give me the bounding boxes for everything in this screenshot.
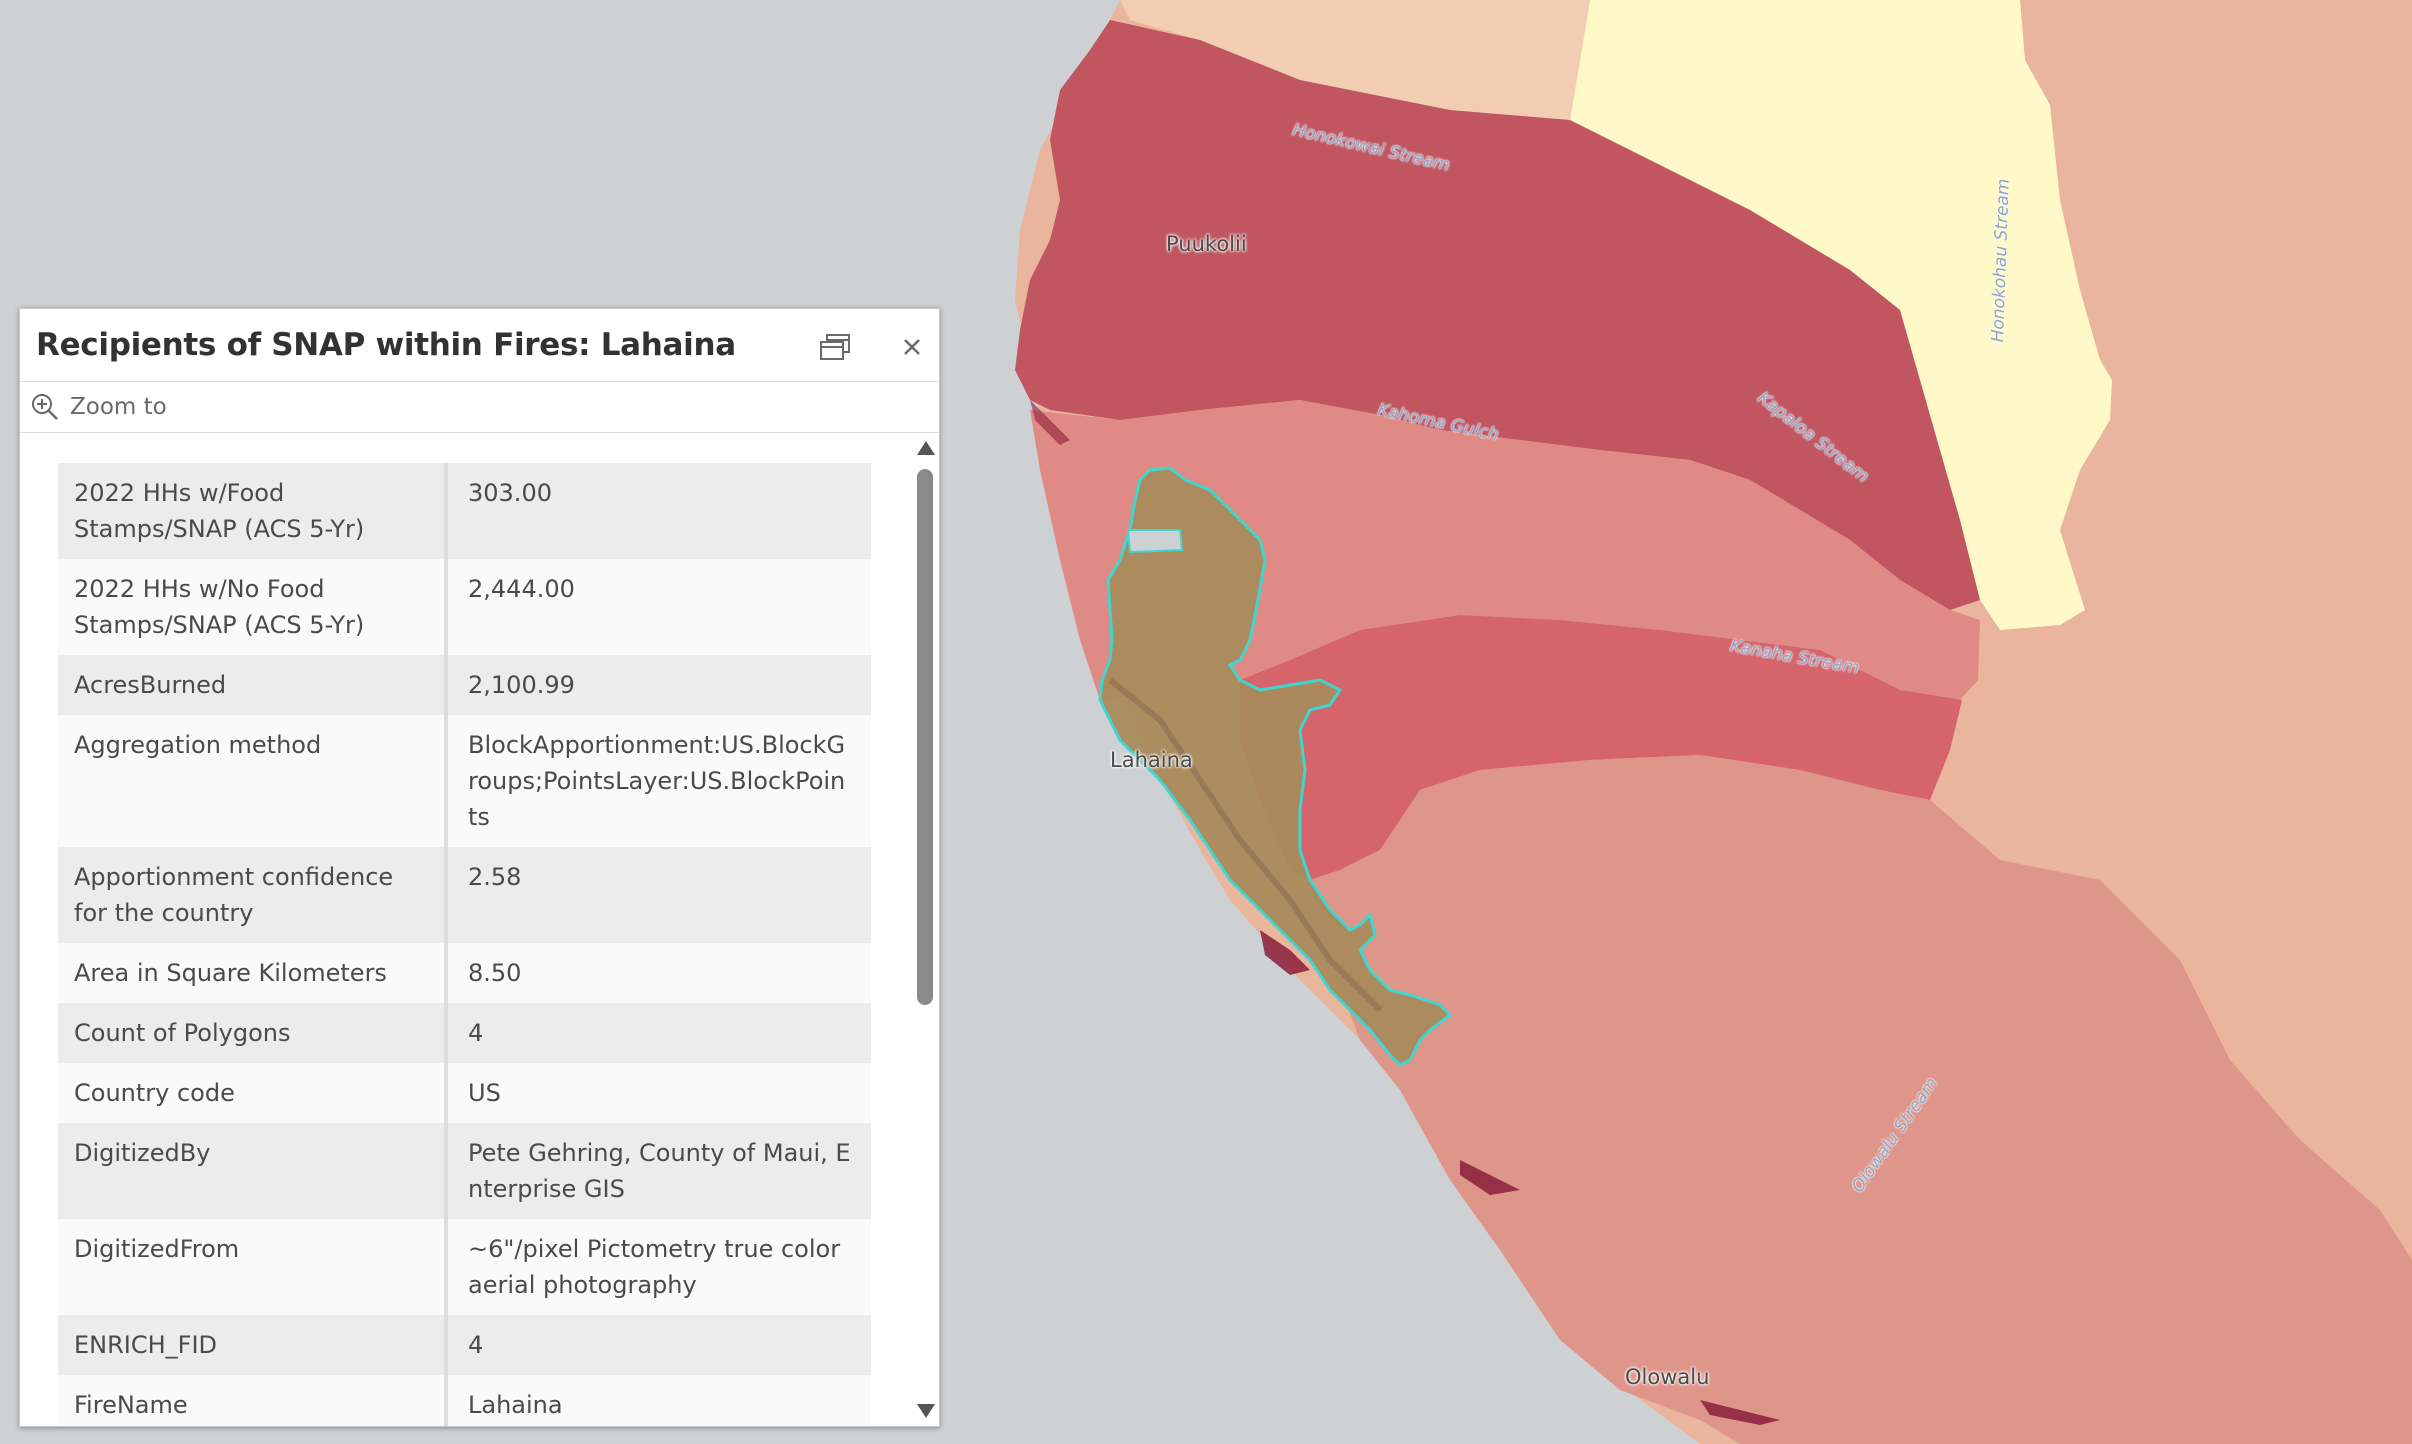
attribute-name: Apportionment confidence for the country [58, 847, 448, 943]
popup-action-bar: Zoom to [20, 381, 939, 433]
close-icon [904, 339, 920, 355]
zoom-to-button[interactable]: Zoom to [30, 388, 167, 426]
table-row: Area in Square Kilometers 8.50 [58, 943, 871, 1003]
attribute-name: Count of Polygons [58, 1003, 448, 1063]
attribute-name: Aggregation method [58, 715, 448, 847]
dock-button[interactable] [810, 325, 854, 369]
attribute-name: Country code [58, 1063, 448, 1123]
close-button[interactable] [890, 325, 934, 369]
table-row: ENRICH_FID 4 [58, 1315, 871, 1375]
attribute-table: 2022 HHs w/Food Stamps/SNAP (ACS 5-Yr) 3… [58, 463, 871, 1426]
table-row: FireName Lahaina [58, 1375, 871, 1426]
table-row: Aggregation method BlockApportionment:US… [58, 715, 871, 847]
attribute-value: ~6"/pixel Pictometry true color aerial p… [468, 1235, 841, 1299]
popup-title: Recipients of SNAP within Fires: Lahaina [36, 327, 736, 363]
attribute-name: 2022 HHs w/Food Stamps/SNAP (ACS 5-Yr) [58, 463, 448, 559]
attribute-name: DigitizedFrom [58, 1219, 448, 1315]
attribute-value: Lahaina [468, 1391, 563, 1419]
scroll-down-arrow-icon[interactable] [917, 1404, 935, 1418]
table-row: Apportionment confidence for the country… [58, 847, 871, 943]
attribute-value: 2,100.99 [468, 671, 575, 699]
zoom-in-icon [32, 394, 58, 420]
attribute-name: Area in Square Kilometers [58, 943, 448, 1003]
table-row: AcresBurned 2,100.99 [58, 655, 871, 715]
attribute-value: 303.00 [468, 479, 552, 507]
burn-area-harbor-notch [1126, 529, 1184, 554]
place-label-puukolii: Puukolii [1166, 232, 1247, 256]
attribute-value: BlockApportionment:US.BlockGroups;Points… [468, 731, 846, 831]
table-row: Country code US [58, 1063, 871, 1123]
scrollbar-thumb[interactable] [917, 469, 933, 1005]
table-row: Count of Polygons 4 [58, 1003, 871, 1063]
attribute-value: 2.58 [468, 863, 522, 891]
popup-header: Recipients of SNAP within Fires: Lahaina [20, 309, 939, 381]
zoom-to-label: Zoom to [70, 394, 167, 420]
table-row: 2022 HHs w/Food Stamps/SNAP (ACS 5-Yr) 3… [58, 463, 871, 559]
attribute-value: 2,444.00 [468, 575, 575, 603]
attribute-name: ENRICH_FID [58, 1315, 448, 1375]
attribute-name: DigitizedBy [58, 1123, 448, 1219]
attribute-value: 8.50 [468, 959, 522, 987]
attribute-value: Pete Gehring, County of Maui, Enterprise… [468, 1139, 851, 1203]
table-row: DigitizedFrom ~6"/pixel Pictometry true … [58, 1219, 871, 1315]
attribute-name: 2022 HHs w/No Food Stamps/SNAP (ACS 5-Yr… [58, 559, 448, 655]
popup-scrollbar[interactable] [913, 433, 937, 1426]
attribute-name: FireName [58, 1375, 448, 1426]
attribute-value: 4 [468, 1331, 484, 1359]
attribute-name: AcresBurned [58, 655, 448, 715]
place-label-olowalu: Olowalu [1625, 1365, 1710, 1389]
dock-icon [820, 334, 850, 360]
table-row: DigitizedBy Pete Gehring, County of Maui… [58, 1123, 871, 1219]
popup-body[interactable]: 2022 HHs w/Food Stamps/SNAP (ACS 5-Yr) 3… [20, 433, 939, 1426]
place-label-lahaina: Lahaina [1110, 748, 1193, 772]
scroll-up-arrow-icon[interactable] [917, 441, 935, 455]
attribute-value: US [468, 1079, 501, 1107]
table-row: 2022 HHs w/No Food Stamps/SNAP (ACS 5-Yr… [58, 559, 871, 655]
feature-popup[interactable]: Recipients of SNAP within Fires: Lahaina [19, 308, 940, 1427]
attribute-value: 4 [468, 1019, 484, 1047]
